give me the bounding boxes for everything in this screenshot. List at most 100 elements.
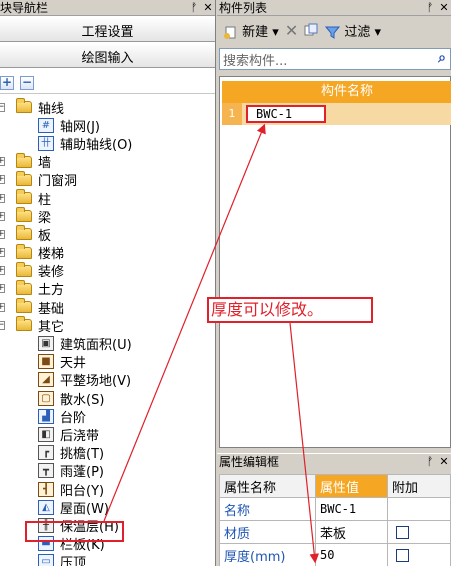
- search-icon[interactable]: ⌕: [434, 50, 450, 68]
- pin-icon[interactable]: ᚡ: [423, 455, 437, 468]
- apron-icon: ▢: [38, 390, 54, 406]
- pin-icon[interactable]: ᚡ: [423, 1, 437, 14]
- copy-icon[interactable]: [304, 23, 319, 38]
- tree-item-coping[interactable]: ▭ 压顶: [0, 553, 215, 566]
- expand-icon[interactable]: +: [0, 284, 5, 294]
- table-row[interactable]: 1 BWC-1: [222, 103, 451, 125]
- tree-item-post-pour-strip[interactable]: ◧ 后浇带: [0, 425, 215, 444]
- coping-icon: ▭: [38, 554, 54, 566]
- tree-label: 屋面(W): [60, 501, 109, 517]
- tree-label: 轴线: [38, 101, 65, 117]
- folder-open-icon: [16, 316, 32, 332]
- tree-item-balcony[interactable]: ┫ 阳台(Y): [0, 480, 215, 499]
- expand-icon[interactable]: +: [0, 211, 5, 221]
- close-icon[interactable]: ✕: [437, 455, 451, 468]
- tree-item-roof[interactable]: ◭ 屋面(W): [0, 498, 215, 517]
- patio-icon: ■: [38, 354, 54, 370]
- property-value[interactable]: 50: [315, 543, 388, 566]
- tree-label: 阳台(Y): [60, 483, 105, 499]
- property-extra: [387, 520, 451, 544]
- filter-button[interactable]: 过滤 ▾: [325, 21, 381, 40]
- tree-label: 挑檐(T): [60, 447, 105, 463]
- component-search[interactable]: 搜索构件... ⌕: [219, 48, 451, 70]
- grid-header-name[interactable]: 构件名称: [242, 81, 451, 103]
- tree-folder-wall[interactable]: + 墙: [0, 152, 215, 171]
- tree-folder-door-window[interactable]: + 门窗洞: [0, 170, 215, 189]
- expand-icon[interactable]: +: [0, 229, 5, 239]
- tree-folder-foundation[interactable]: + 基础: [0, 298, 215, 317]
- property-extra-empty: [387, 497, 451, 521]
- property-table: 属性名称 属性值 附加 名称 BWC-1 材质 苯板 厚度(mm) 50: [219, 474, 451, 566]
- tree-folder-slab[interactable]: + 板: [0, 225, 215, 244]
- tree-item-apron[interactable]: ▢ 散水(S): [0, 389, 215, 408]
- collapse-icon[interactable]: −: [0, 320, 5, 330]
- tree-folder-earthwork[interactable]: + 土方: [0, 279, 215, 298]
- dropdown-arrow-icon: ▾: [374, 24, 382, 40]
- expand-icon[interactable]: +: [0, 157, 5, 167]
- annotation-note: 厚度可以修改。: [207, 297, 373, 323]
- component-list-title: 构件列表: [219, 1, 268, 15]
- expand-icon[interactable]: +: [0, 266, 5, 276]
- tree-item-patio[interactable]: ■ 天井: [0, 353, 215, 371]
- property-value[interactable]: 苯板: [315, 520, 388, 544]
- table-row[interactable]: 厚度(mm) 50: [219, 543, 451, 566]
- folder-icon: [16, 152, 32, 168]
- expand-icon[interactable]: +: [0, 302, 5, 312]
- collapse-icon[interactable]: −: [0, 102, 5, 112]
- filter-icon: [325, 26, 341, 39]
- tree-label: 柱: [38, 192, 52, 208]
- tree-item-grid[interactable]: # 轴网(J): [0, 116, 215, 135]
- tree-item-eave[interactable]: ┏ 挑檐(T): [0, 444, 215, 463]
- tree-folder-axis[interactable]: − 轴线: [0, 98, 215, 117]
- tree-label: 楼梯: [38, 247, 65, 263]
- search-input[interactable]: 搜索构件...: [223, 50, 287, 69]
- component-tree: − 轴线 # 轴网(J) 卄 辅助轴线(O) + 墙 + 门窗洞 + 柱: [0, 98, 215, 566]
- balcony-icon: ┫: [38, 481, 54, 497]
- new-button[interactable]: 新建 ▾: [223, 21, 279, 40]
- drawing-input-button[interactable]: 绘图输入: [0, 44, 215, 68]
- property-name: 厚度(mm): [219, 543, 316, 566]
- extra-checkbox[interactable]: [396, 548, 409, 562]
- tree-item-building-area[interactable]: ▣ 建筑面积(U): [0, 334, 215, 353]
- expand-icon[interactable]: +: [0, 193, 5, 203]
- pin-icon[interactable]: ᚡ: [187, 1, 201, 14]
- property-value[interactable]: BWC-1: [315, 497, 388, 521]
- property-editor-titlebar: 属性编辑框 ᚡ ✕: [217, 453, 451, 469]
- grid-icon: #: [38, 117, 54, 133]
- extra-checkbox[interactable]: [396, 525, 409, 539]
- expand-all-icon[interactable]: +: [0, 75, 14, 90]
- tree-item-site-leveling[interactable]: ◢ 平整场地(V): [0, 371, 215, 390]
- collapse-all-icon[interactable]: −: [20, 75, 34, 90]
- tree-folder-finishing[interactable]: + 装修: [0, 261, 215, 280]
- tree-folder-other[interactable]: − 其它: [0, 316, 215, 335]
- tree-item-steps[interactable]: ▟ 台阶: [0, 407, 215, 426]
- tree-item-canopy[interactable]: ┳ 雨蓬(P): [0, 462, 215, 481]
- tree-label: 平整场地(V): [60, 374, 132, 390]
- component-name-cell[interactable]: BWC-1: [246, 105, 326, 123]
- project-settings-button[interactable]: 工程设置: [0, 18, 215, 42]
- table-row[interactable]: 材质 苯板: [219, 520, 451, 544]
- close-icon[interactable]: ✕: [201, 1, 215, 14]
- expand-icon[interactable]: +: [0, 175, 5, 185]
- close-icon[interactable]: ✕: [437, 1, 451, 14]
- tree-tools: + −: [0, 72, 215, 94]
- header-extra: 附加: [387, 474, 451, 498]
- table-row[interactable]: 名称 BWC-1: [219, 497, 451, 521]
- tree-label: 台阶: [60, 410, 87, 426]
- roof-icon: ◭: [38, 499, 54, 515]
- tree-folder-beam[interactable]: + 梁: [0, 207, 215, 226]
- new-label: 新建: [242, 24, 269, 40]
- filter-label: 过滤: [344, 24, 371, 40]
- tree-folder-stairs[interactable]: + 楼梯: [0, 243, 215, 263]
- tree-folder-column[interactable]: + 柱: [0, 189, 215, 208]
- tree-label: 散水(S): [60, 392, 105, 408]
- folder-icon: [16, 170, 32, 186]
- tree-label: 雨蓬(P): [60, 465, 104, 481]
- component-toolbar: 新建 ▾ ✕ 过滤 ▾: [217, 16, 451, 44]
- tree-label: 板: [38, 228, 52, 244]
- row-number: 1: [222, 103, 242, 125]
- tree-item-aux-axis[interactable]: 卄 辅助轴线(O): [0, 134, 215, 153]
- delete-button[interactable]: ✕: [285, 21, 298, 40]
- tree-label: 压顶: [60, 556, 87, 566]
- expand-icon[interactable]: +: [0, 248, 5, 258]
